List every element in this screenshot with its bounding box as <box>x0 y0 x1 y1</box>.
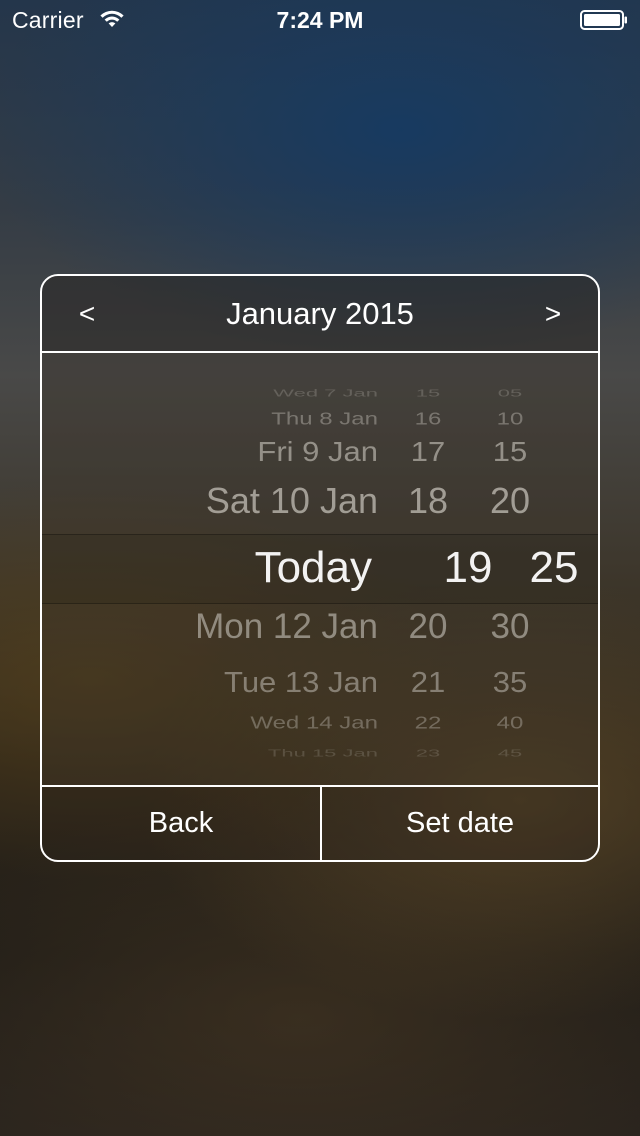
wheel-minute: 10 <box>496 409 524 429</box>
wheel-minute: 20 <box>489 480 531 521</box>
next-month-button[interactable]: > <box>528 296 578 332</box>
wheel-minute: 40 <box>496 713 524 733</box>
battery-icon <box>580 10 627 30</box>
wheel-date: Fri 9 Jan <box>257 436 378 468</box>
status-time: 7:24 PM <box>276 7 364 33</box>
wheel-minute: 15 <box>492 436 528 468</box>
back-button[interactable]: Back <box>42 787 320 860</box>
wheel-hour: 16 <box>414 409 442 429</box>
wheel-row[interactable]: Sat 10 Jan 18 20 <box>42 480 598 540</box>
wheel-row[interactable]: Thu 15 Jan 23 45 <box>42 748 598 775</box>
wheel-row[interactable]: Mon 12 Jan 20 30 <box>42 606 598 666</box>
wheel-date: Tue 13 Jan <box>224 666 378 699</box>
previous-month-button[interactable]: < <box>62 296 112 332</box>
wheel-hour: 22 <box>414 713 442 733</box>
date-picker-dialog: < January 2015 > Wed 7 Jan 15 05 Thu 8 J… <box>40 274 600 862</box>
wheel-minute: 35 <box>492 666 528 699</box>
wheel-hour: 20 <box>408 607 448 646</box>
wheel-date: Thu 8 Jan <box>271 409 378 429</box>
wheel-minute: 30 <box>490 607 530 646</box>
picker-header: < January 2015 > <box>42 276 598 353</box>
wheel-row-selected[interactable]: Today 19 25 <box>42 543 598 603</box>
wheel-hour: 17 <box>410 436 446 468</box>
wheel-date: Thu 15 Jan <box>267 747 378 759</box>
screen: Carrier 7:24 PM < January 2015 > Wed 7 J… <box>0 0 640 1136</box>
wheel-hour-selected: 19 <box>443 543 493 592</box>
date-time-wheel[interactable]: Wed 7 Jan 15 05 Thu 8 Jan 16 10 Fri 9 Ja… <box>42 353 598 785</box>
wheel-date: Sat 10 Jan <box>205 480 378 521</box>
month-title: January 2015 <box>226 296 414 331</box>
wheel-date: Mon 12 Jan <box>195 607 378 646</box>
wheel-hour: 21 <box>410 666 446 699</box>
wheel-hour: 23 <box>415 747 441 759</box>
wheel-minute: 05 <box>497 387 523 399</box>
status-bar: Carrier 7:24 PM <box>0 0 640 40</box>
wheel-hour: 15 <box>415 387 441 399</box>
wheel-minute-selected: 25 <box>529 543 579 592</box>
wheel-date: Wed 7 Jan <box>273 387 378 399</box>
set-date-button[interactable]: Set date <box>322 787 598 860</box>
picker-footer: Back Set date <box>42 785 598 860</box>
wheel-minute: 45 <box>497 747 523 759</box>
wheel-date-selected: Today <box>254 543 372 592</box>
wheel-date: Wed 14 Jan <box>250 713 378 733</box>
wheel-hour: 18 <box>407 480 449 521</box>
